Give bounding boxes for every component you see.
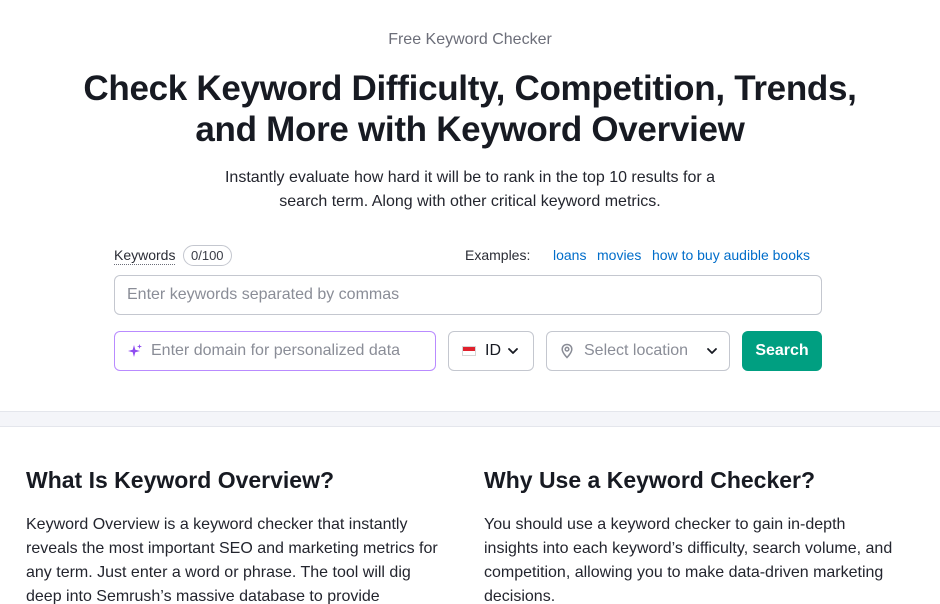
example-link-loans[interactable]: loans — [553, 247, 586, 263]
location-pin-icon — [559, 343, 575, 359]
indonesia-flag-icon — [462, 346, 476, 356]
sparkle-icon — [127, 343, 143, 359]
what-is-body: Keyword Overview is a keyword checker th… — [26, 516, 438, 604]
page-title-line-2: and More with Keyword Overview — [195, 110, 745, 149]
chevron-down-icon — [706, 345, 718, 357]
domain-input[interactable] — [151, 342, 421, 360]
what-is-section: What Is Keyword Overview? Keyword Overvi… — [26, 464, 446, 604]
database-select[interactable]: ID — [448, 331, 534, 371]
search-button[interactable]: Search — [742, 331, 822, 371]
page-subtitle: Instantly evaluate how hard it will be t… — [190, 166, 750, 214]
keywords-counter-badge: 0/100 — [183, 245, 232, 266]
section-divider — [0, 411, 940, 427]
subtitle-line-2: search term. Along with other critical k… — [279, 193, 661, 210]
page-title-line-1: Check Keyword Difficulty, Competition, T… — [83, 69, 857, 108]
examples-label: Examples: — [465, 247, 531, 263]
eyebrow-text: Free Keyword Checker — [388, 31, 552, 48]
keywords-input[interactable] — [114, 275, 822, 315]
why-use-body: You should use a keyword checker to gain… — [484, 516, 893, 604]
location-select[interactable]: Select location — [546, 331, 730, 371]
subtitle-line-1: Instantly evaluate how hard it will be t… — [224, 169, 716, 186]
keywords-label[interactable]: Keywords — [114, 247, 176, 265]
why-use-heading: Why Use a Keyword Checker? — [484, 467, 816, 493]
page-title: Check Keyword Difficulty, Competition, T… — [60, 68, 880, 150]
hero-section: Free Keyword Checker Check Keyword Diffi… — [0, 0, 940, 411]
chevron-down-icon — [507, 345, 519, 357]
database-code: ID — [485, 342, 501, 359]
domain-field[interactable] — [114, 331, 436, 371]
example-link-movies[interactable]: movies — [597, 247, 641, 263]
why-use-section: Why Use a Keyword Checker? You should us… — [484, 464, 904, 604]
example-link-how-to-buy-audible-books[interactable]: how to buy audible books — [652, 247, 810, 263]
what-is-heading: What Is Keyword Overview? — [26, 467, 335, 493]
location-placeholder: Select location — [584, 342, 689, 359]
